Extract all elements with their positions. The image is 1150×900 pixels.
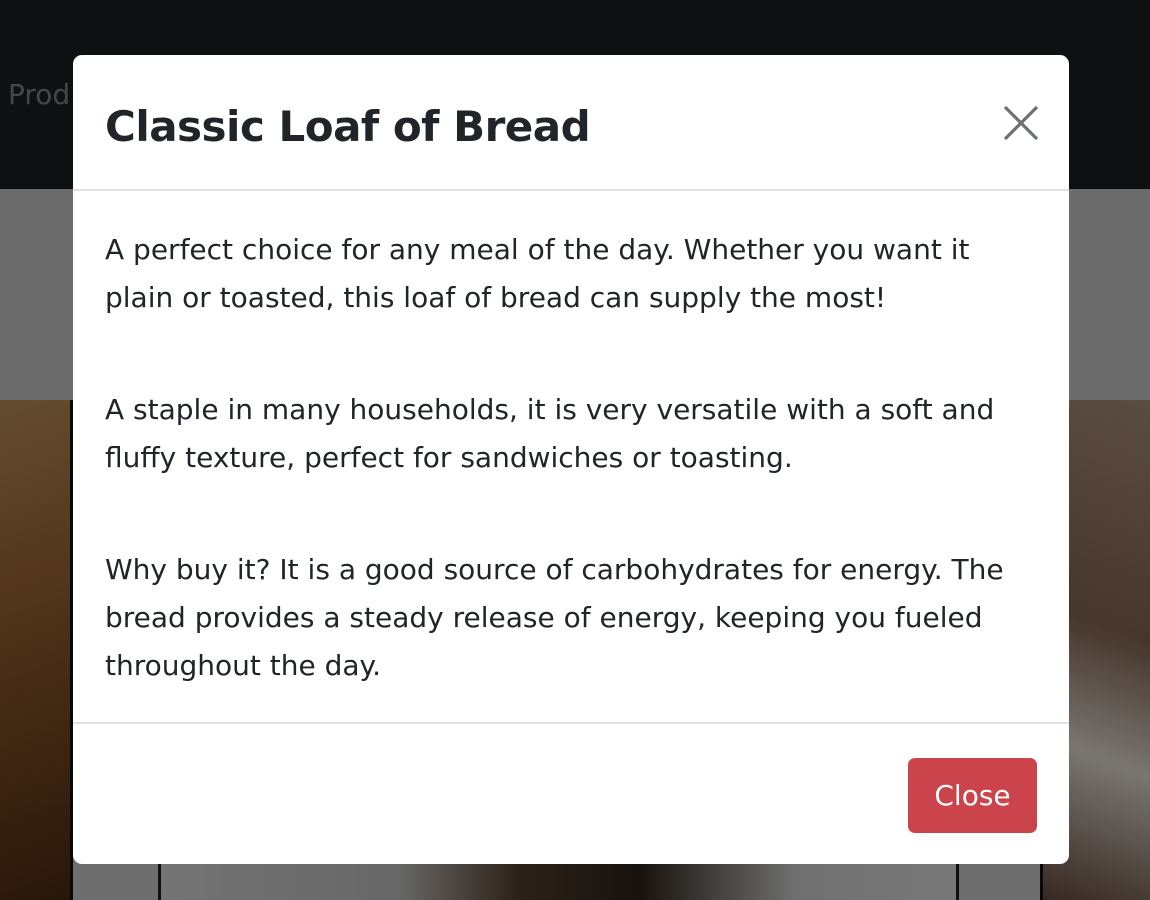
modal-title: Classic Loaf of Bread [105,102,591,151]
page: Prod Classic Loaf of Bread A perfect cho… [0,0,1150,900]
product-modal: Classic Loaf of Bread A perfect choice f… [73,55,1069,864]
description-paragraph: Why buy it? It is a good source of carbo… [105,553,1004,682]
modal-footer: Close [73,722,1069,864]
description-paragraph: A staple in many households, it is very … [105,393,995,474]
description-paragraph: A perfect choice for any meal of the day… [105,233,970,314]
close-icon[interactable] [1001,103,1041,143]
close-button[interactable]: Close [908,758,1037,833]
modal-header: Classic Loaf of Bread [73,55,1069,191]
close-icon-glyph [1003,105,1039,141]
modal-body: A perfect choice for any meal of the day… [73,191,1069,722]
